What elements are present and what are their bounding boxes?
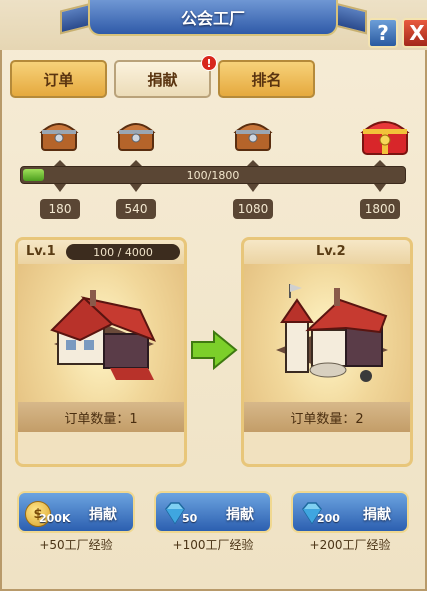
milestone-value-1: 180 <box>40 199 80 219</box>
donate-gold-button[interactable]: $ 200K 捐献 <box>17 491 135 533</box>
milestone-pointer-4 <box>374 184 386 192</box>
tab-orders[interactable]: 订单 <box>10 60 107 98</box>
upgrade-arrow-icon <box>191 330 238 370</box>
order-count-next: 订单数量：2 <box>244 402 410 432</box>
reward-chest-2[interactable] <box>116 116 156 152</box>
order-count-current: 订单数量：1 <box>18 402 184 432</box>
help-button[interactable]: ? <box>368 18 398 48</box>
reward-chest-1[interactable] <box>39 116 79 152</box>
tab-ranking[interactable]: 排名 <box>218 60 315 98</box>
donate-label: 捐献 <box>226 507 254 523</box>
factory-card-current: Lv.1 100 / 4000 订单数量：1 <box>15 237 187 467</box>
level-label: Lv.1 <box>26 244 56 259</box>
donate-cost: 200K <box>39 512 71 525</box>
factory-building-lv2-icon <box>276 284 388 382</box>
donate-gem-50-button[interactable]: 50 捐献 <box>154 491 272 533</box>
milestone-pointer-3 <box>247 184 259 192</box>
factory-exp-bar: 100 / 4000 <box>66 244 180 260</box>
close-button[interactable]: X <box>402 18 427 48</box>
donate-reward-1: +50工厂经验 <box>39 538 113 552</box>
donate-reward-3: +200工厂经验 <box>309 538 391 552</box>
factory-card-next: Lv.2 订单数量：2 <box>241 237 413 467</box>
donate-label: 捐献 <box>363 507 391 523</box>
level-label: Lv.2 <box>316 244 346 259</box>
reward-chest-gold[interactable] <box>360 112 410 156</box>
donate-cost: 200 <box>317 512 340 525</box>
alert-badge: ! <box>201 55 217 71</box>
milestone-pointer-1 <box>54 184 66 192</box>
milestone-value-2: 540 <box>116 199 156 219</box>
tab-donate[interactable]: 捐献 <box>114 60 211 98</box>
progress-text: 100/1800 <box>186 168 240 182</box>
window-title: 公会工厂 <box>88 0 338 36</box>
milestone-value-3: 1080 <box>233 199 273 219</box>
donate-reward-2: +100工厂经验 <box>172 538 254 552</box>
donate-label: 捐献 <box>89 507 117 523</box>
factory-building-lv1-icon <box>50 290 156 380</box>
donation-progress-bar: 100/1800 <box>20 166 406 184</box>
milestone-value-4: 1800 <box>360 199 400 219</box>
reward-chest-3[interactable] <box>233 116 273 152</box>
card-footer <box>244 432 410 464</box>
donate-cost: 50 <box>182 512 198 525</box>
milestone-pointer-2 <box>130 184 142 192</box>
donate-gem-200-button[interactable]: 200 捐献 <box>291 491 409 533</box>
card-footer <box>18 432 184 464</box>
